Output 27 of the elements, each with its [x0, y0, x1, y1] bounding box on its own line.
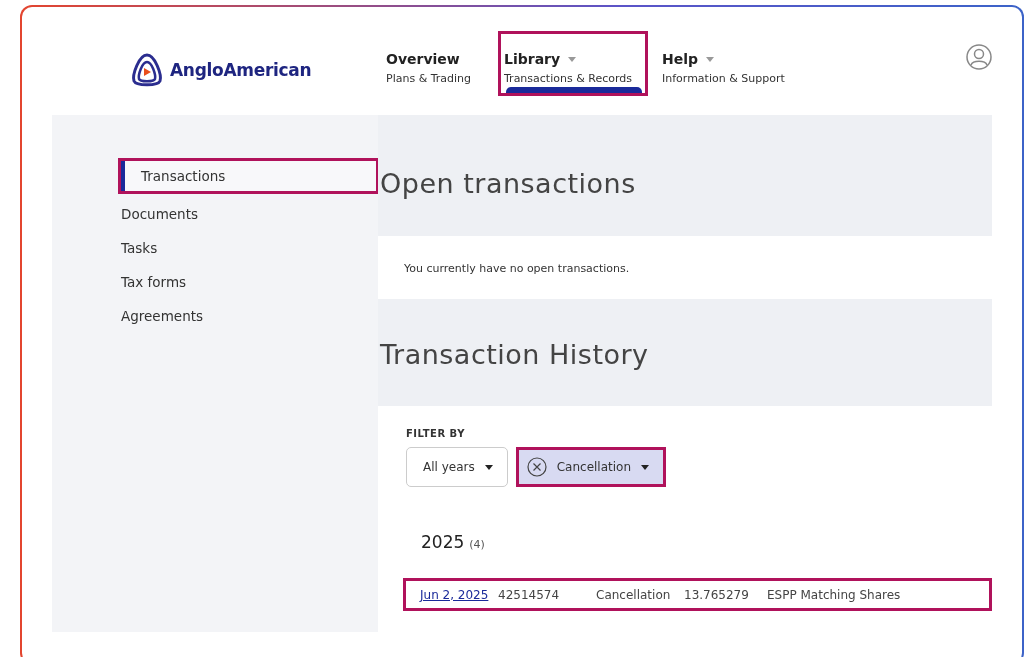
section-title: Transaction History: [380, 339, 650, 370]
sidebar-item[interactable]: Documents: [120, 198, 357, 230]
sidebar-item[interactable]: Tax forms: [120, 266, 357, 298]
empty-message: You currently have no open transactions.: [404, 262, 631, 275]
sidebar-item[interactable]: Transactions: [120, 160, 377, 192]
year-count: (4): [469, 538, 485, 551]
clear-icon[interactable]: [526, 457, 547, 477]
sidebar-item[interactable]: Tasks: [120, 232, 357, 264]
nav-tab[interactable]: Help Information & Support: [656, 31, 806, 96]
filter-dropdown[interactable]: All years: [406, 447, 508, 487]
date-link[interactable]: Jun 2, 2025: [420, 587, 498, 602]
table-cell-text: ESPP Matching Shares: [767, 587, 902, 602]
year-heading: 2025: [421, 532, 465, 552]
caret-icon: [484, 464, 493, 470]
nav-tab[interactable]: Overview Plans & Trading: [380, 31, 490, 96]
table-cell-text: 42514574: [498, 587, 561, 602]
logo-icon: [130, 53, 164, 87]
filter-dropdown[interactable]: Cancellation: [515, 447, 667, 487]
nav-tab[interactable]: Library Transactions & Records: [498, 31, 648, 96]
table-cell-text: 13.765279: [684, 587, 750, 602]
sidebar-item[interactable]: Agreements: [120, 300, 357, 332]
logo-text: AngloAmerican: [170, 60, 312, 80]
filter-label: FILTER BY: [406, 428, 466, 439]
caret-icon: [641, 464, 650, 470]
user-icon[interactable]: [966, 44, 992, 70]
table-cell-text: Cancellation: [596, 587, 672, 602]
section-title: Open transactions: [380, 168, 637, 199]
